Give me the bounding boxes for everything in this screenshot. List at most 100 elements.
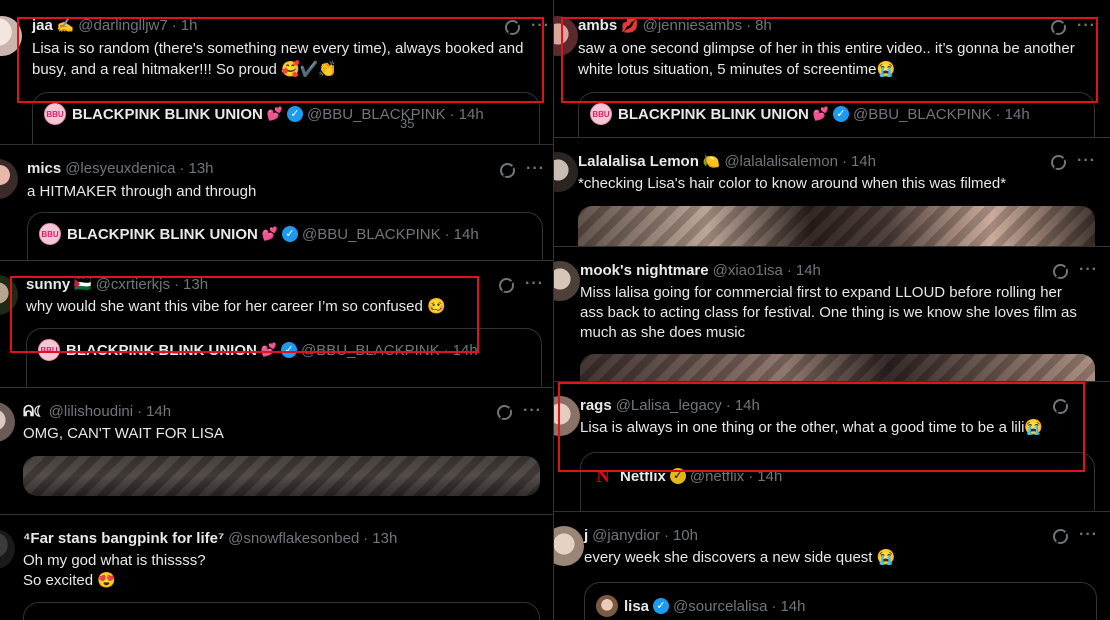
user-handle[interactable]: @cxrtierkjs [96, 275, 170, 295]
tweet-header: Lalalalisa Lemon 🍋 @lalalalisalemon · 14… [578, 152, 876, 172]
grok-icon[interactable] [1053, 399, 1068, 414]
timestamp[interactable]: 1h [181, 16, 198, 36]
more-options-icon[interactable]: ··· [531, 18, 550, 34]
grok-icon[interactable] [1051, 20, 1066, 35]
tweet-sunny[interactable]: sunny 🇵🇸 @cxrtierkjs · 13h ··· why would… [0, 261, 553, 388]
grok-icon[interactable] [497, 405, 512, 420]
quoted-tweet[interactable]: lisa ✓ @sourcelalisa · 14h [584, 582, 1097, 620]
timestamp[interactable]: 10h [673, 526, 698, 546]
quoted-tweet[interactable] [23, 602, 540, 620]
avatar[interactable] [554, 526, 584, 566]
tweet-text-line: OMG, CAN'T WAIT FOR LISA [23, 425, 224, 442]
display-name[interactable]: j [584, 526, 588, 546]
avatar[interactable] [554, 261, 580, 301]
quoted-tweet[interactable]: BBU BLACKPINK BLINK UNION 💕 ✓ @BBU_BLACK… [27, 212, 543, 260]
video-thumbnail[interactable] [578, 206, 1095, 246]
avatar[interactable] [0, 402, 15, 442]
tweet-ambs[interactable]: ambs 💋 @jenniesambs · 8h ··· saw a one s… [554, 0, 1110, 138]
user-handle[interactable]: @jenniesambs [643, 16, 742, 36]
user-handle[interactable]: @lesyeuxdenica [65, 159, 175, 179]
quoted-tweet-header: BBU BLACKPINK BLINK UNION 💕 ✓ @BBU_BLACK… [39, 223, 479, 245]
avatar[interactable] [0, 275, 18, 315]
display-name[interactable]: Lalalalisa Lemon [578, 152, 699, 172]
user-handle[interactable]: @lalalalisalemon [724, 152, 838, 172]
quoted-timestamp: 14h [452, 341, 478, 359]
tweet-snowflakesonbed[interactable]: ⁴Far stans bangpink for life⁷ @snowflake… [0, 515, 553, 620]
user-handle[interactable]: @snowflakesonbed [228, 529, 359, 549]
quoted-handle: @sourcelalisa [673, 597, 768, 615]
tweet-text-line: ass back to acting class for festival. O… [580, 304, 1077, 321]
user-handle[interactable]: @xiao1isa [713, 261, 783, 281]
user-handle[interactable]: @lilishoudini [49, 402, 133, 422]
user-handle[interactable]: @janydior [592, 526, 660, 546]
more-options-icon[interactable]: ··· [1079, 262, 1098, 278]
quoted-tweet-header: N Netflix ✓ @netflix · 14h [592, 465, 782, 487]
tweet-text-line: Lisa is always in one thing or the other… [580, 419, 1044, 436]
quoted-handle: @netflix [689, 467, 745, 485]
heart-emoji: 💕 [260, 342, 278, 358]
quoted-handle: @BBU_BLACKPINK [302, 225, 441, 243]
avatar[interactable] [554, 152, 578, 192]
timestamp[interactable]: 8h [755, 16, 772, 36]
tweet-lilishoudini[interactable]: ᕱ☾ @lilishoudini · 14h ··· OMG, CAN'T WA… [0, 388, 553, 515]
avatar[interactable] [0, 529, 15, 569]
display-name[interactable]: ⁴Far stans bangpink for life⁷ [23, 529, 224, 549]
tweet-header: mics @lesyeuxdenica · 13h [27, 159, 214, 179]
grok-icon[interactable] [1053, 529, 1068, 544]
timestamp[interactable]: 13h [183, 275, 208, 295]
tweet-header: ⁴Far stans bangpink for life⁷ @snowflake… [23, 529, 398, 549]
display-name[interactable]: mics [27, 159, 61, 179]
grok-icon[interactable] [1051, 155, 1066, 170]
display-name[interactable]: jaa [32, 16, 53, 36]
quoted-tweet[interactable]: BBU BLACKPINK BLINK UNION 💕 ✓ @BBU_BLACK… [578, 92, 1095, 137]
timestamp[interactable]: 14h [735, 396, 760, 416]
quoted-avatar: BBU [38, 339, 60, 361]
timestamp[interactable]: 14h [146, 402, 171, 422]
avatar[interactable] [0, 159, 18, 199]
display-name[interactable]: mook's nightmare [580, 261, 709, 281]
tweet-text-line: every week she discovers a new side ques… [584, 549, 896, 566]
avatar[interactable] [0, 16, 22, 56]
tweet-lalisa-legacy[interactable]: rags @Lalisa_legacy · 14h Lisa is always… [554, 382, 1110, 512]
display-name[interactable]: rags [580, 396, 612, 416]
more-options-icon[interactable]: ··· [523, 403, 542, 419]
verified-badge-icon: ✓ [282, 226, 299, 242]
display-name[interactable]: ᕱ☾ [23, 402, 45, 422]
more-options-icon[interactable]: ··· [1079, 527, 1098, 543]
quoted-tweet-header: lisa ✓ @sourcelalisa · 14h [596, 595, 806, 617]
tweet-header: ᕱ☾ @lilishoudini · 14h [23, 402, 172, 422]
avatar[interactable] [554, 16, 578, 56]
user-handle[interactable]: @darlinglljw7 [78, 16, 167, 36]
quoted-display-name: BLACKPINK BLINK UNION [72, 105, 263, 123]
heart-emoji: 💕 [266, 106, 284, 122]
quoted-timestamp: 14h [1004, 105, 1030, 123]
quoted-tweet[interactable]: BBU BLACKPINK BLINK UNION 💕 ✓ @BBU_BLACK… [26, 328, 542, 387]
tweet-mics[interactable]: mics @lesyeuxdenica · 13h ··· a HITMAKER… [0, 145, 553, 261]
tweet-lalalalisalemon[interactable]: Lalalalisa Lemon 🍋 @lalalalisalemon · 14… [554, 138, 1110, 247]
tweet-janydior[interactable]: j @janydior · 10h ··· every week she dis… [554, 512, 1110, 620]
quoted-display-name: lisa [624, 597, 650, 615]
quoted-tweet[interactable]: BBU BLACKPINK BLINK UNION 💕 ✓ @BBU_BLACK… [32, 92, 540, 144]
timestamp[interactable]: 13h [372, 529, 397, 549]
tweet-text-line: white lotus situation, 5 minutes of scre… [578, 61, 896, 78]
more-options-icon[interactable]: ··· [526, 161, 545, 177]
grok-icon[interactable] [1053, 264, 1068, 279]
video-thumbnail[interactable] [23, 456, 540, 496]
more-options-icon[interactable]: ··· [1077, 153, 1096, 169]
more-options-icon[interactable]: ··· [525, 276, 544, 292]
tweet-xiao1isa[interactable]: mook's nightmare @xiao1isa · 14h ··· Mis… [554, 247, 1110, 382]
grok-icon[interactable] [505, 20, 520, 35]
timestamp[interactable]: 13h [189, 159, 214, 179]
quoted-tweet[interactable]: N Netflix ✓ @netflix · 14h [580, 452, 1095, 511]
timestamp[interactable]: 14h [851, 152, 876, 172]
display-name[interactable]: sunny [26, 275, 70, 295]
grok-icon[interactable] [500, 163, 515, 178]
more-options-icon[interactable]: ··· [1077, 18, 1096, 34]
user-handle[interactable]: @Lalisa_legacy [616, 396, 722, 416]
grok-icon[interactable] [499, 278, 514, 293]
timestamp[interactable]: 14h [796, 261, 821, 281]
tweet-jaa[interactable]: jaa ✍️ @darlinglljw7 · 1h ··· Lisa is so… [0, 0, 553, 145]
avatar[interactable] [554, 396, 580, 436]
video-thumbnail[interactable] [580, 354, 1095, 381]
display-name[interactable]: ambs [578, 16, 617, 36]
